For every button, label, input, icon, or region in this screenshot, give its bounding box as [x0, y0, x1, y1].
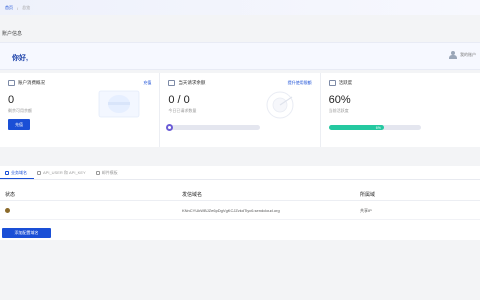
tab-api-user-key[interactable]: API_USER 和 API_KEY	[32, 170, 91, 176]
section-title: 账户信息	[2, 31, 23, 37]
add-domain-button[interactable]: 添加配置域名	[2, 228, 51, 238]
stat-sub: 当前活跃度	[328, 108, 349, 113]
wallet-icon	[8, 80, 15, 86]
active-tab-indicator	[0, 178, 34, 179]
my-account-label: 我的账户	[460, 52, 476, 57]
my-account-link[interactable]: 我的账户	[449, 51, 476, 59]
stat-label: 当天请求余额	[178, 80, 206, 85]
template-icon	[95, 170, 100, 175]
wallet-illustration-icon	[98, 90, 140, 118]
request-icon	[168, 80, 176, 86]
requests-progress-bar	[168, 125, 261, 130]
diamond-icon	[328, 80, 336, 86]
stat-value: 60%	[328, 94, 351, 106]
cell-owner: 共享IP	[360, 208, 372, 213]
greeting-card: 你好, 我的账户	[0, 42, 480, 70]
domains-table: 状态 发信域名 所属域 KNnCYUkWBJZe6pDgVgKCJZvkdTiy…	[0, 180, 480, 240]
stat-value: 0 / 0	[168, 94, 190, 106]
recharge-link[interactable]: 充值	[143, 80, 151, 86]
table-row[interactable]: KNnCYUkWBJZe6pDgVgKCJZvkdTiyc6.sendcloud…	[0, 202, 480, 220]
header-domain: 发信域名	[182, 192, 203, 198]
tab-business-domains[interactable]: 业务域名	[0, 170, 32, 176]
increase-limit-link[interactable]: 提升使用限额	[288, 80, 312, 86]
breadcrumb-current: 总览	[22, 5, 31, 10]
user-icon	[449, 51, 457, 59]
breadcrumb: 首页 / 总览	[5, 5, 30, 11]
tab-email-templates[interactable]: 邮件模板	[91, 170, 123, 176]
stat-card-balance: 账户消费概况 充值 0 剩余可用余额 充值	[0, 73, 161, 147]
stat-card-requests: 当天请求余额 提升使用限额 0 / 0 今日已请求数量	[160, 73, 321, 147]
stat-card-activity: 活跃度 60% 当前活跃度 6%	[321, 73, 480, 147]
header-status: 状态	[5, 192, 16, 198]
status-indicator-icon	[5, 208, 10, 213]
activity-progress-bar: 6%	[328, 125, 421, 130]
key-icon	[37, 170, 41, 175]
greeting: 你好,	[12, 55, 28, 62]
tab-bar: 业务域名 API_USER 和 API_KEY 邮件模板	[0, 166, 480, 180]
table-header: 状态 发信域名 所属域	[0, 187, 480, 201]
stat-label: 活跃度	[338, 80, 353, 85]
stat-value: 0	[8, 94, 15, 106]
requests-illustration-icon	[266, 91, 294, 119]
domain-icon	[5, 170, 9, 175]
stat-sub: 剩余可用余额	[8, 108, 32, 113]
stat-sub: 今日已请求数量	[168, 108, 197, 113]
header-owner: 所属域	[360, 192, 376, 198]
stats-row: 账户消费概况 充值 0 剩余可用余额 充值 当天请求余额 提升使用限额 0 / …	[0, 73, 480, 147]
breadcrumb-separator: /	[17, 5, 19, 11]
stat-label: 账户消费概况	[18, 80, 45, 85]
top-bar: 首页 / 总览	[0, 0, 480, 15]
cell-domain: KNnCYUkWBJZe6pDgVgKCJZvkdTiyc6.sendcloud…	[182, 208, 280, 213]
activity-progress-fill: 6%	[328, 125, 384, 130]
recharge-button[interactable]: 充值	[8, 119, 30, 130]
breadcrumb-home[interactable]: 首页	[5, 5, 13, 11]
